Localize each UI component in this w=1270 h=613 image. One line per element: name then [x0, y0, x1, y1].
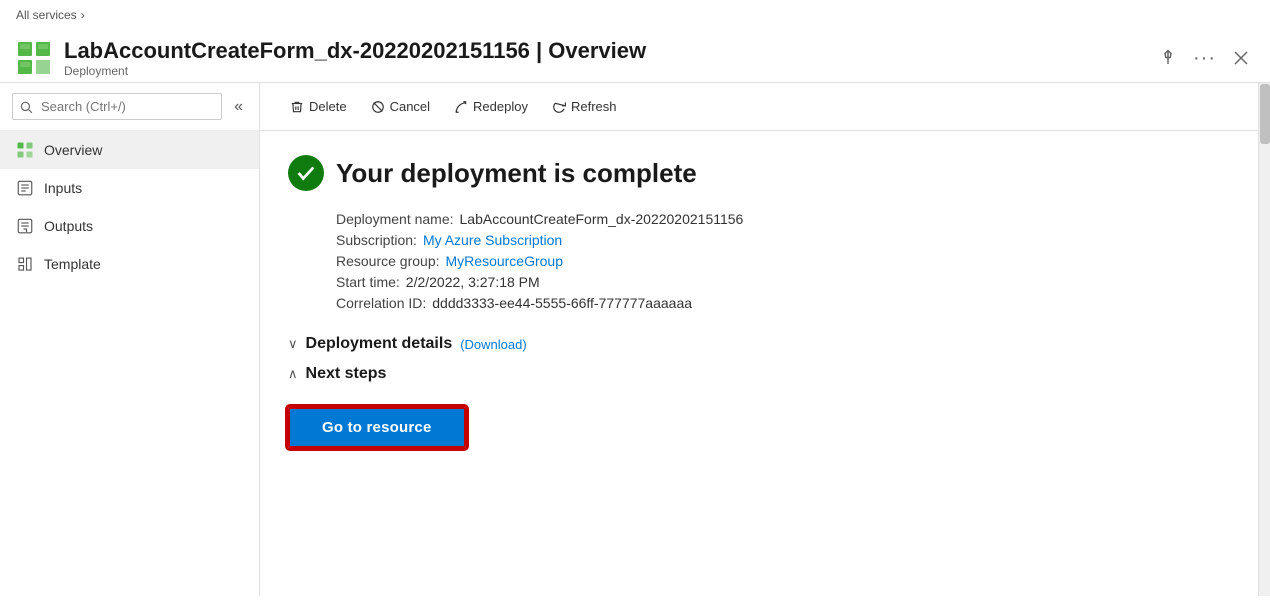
deployment-icon — [16, 40, 52, 76]
redeploy-button[interactable]: Redeploy — [444, 93, 538, 120]
start-time-value: 2/2/2022, 3:27:18 PM — [406, 274, 540, 290]
checkmark-icon — [295, 162, 317, 184]
delete-button[interactable]: Delete — [280, 93, 357, 120]
details-section-title: Deployment details — [306, 335, 453, 353]
redeploy-label: Redeploy — [473, 99, 528, 114]
toolbar: Delete Cancel Redeploy — [260, 83, 1258, 131]
info-row-start-time: Start time: 2/2/2022, 3:27:18 PM — [336, 274, 1230, 290]
sidebar: « Overview Inputs — [0, 83, 260, 596]
delete-icon — [290, 100, 304, 114]
pin-button[interactable] — [1155, 45, 1181, 71]
content-scroll-area: Delete Cancel Redeploy — [260, 83, 1270, 596]
refresh-button[interactable]: Refresh — [542, 93, 627, 120]
inputs-icon — [16, 179, 34, 197]
search-input-wrap — [12, 93, 222, 120]
correlation-value: dddd3333-ee44-5555-66ff-777777aaaaaa — [432, 295, 692, 311]
page-title: LabAccountCreateForm_dx-20220202151156 |… — [64, 38, 1143, 64]
outputs-icon — [16, 217, 34, 235]
subscription-label: Subscription: — [336, 232, 417, 248]
next-steps-header[interactable]: ∧ Next steps — [288, 365, 1230, 383]
sidebar-item-label-overview: Overview — [44, 142, 102, 158]
sidebar-item-label-outputs: Outputs — [44, 218, 93, 234]
all-services-link[interactable]: All services — [16, 8, 77, 22]
sidebar-item-template[interactable]: Template — [0, 245, 259, 283]
info-row-name: Deployment name: LabAccountCreateForm_dx… — [336, 211, 1230, 227]
correlation-label: Correlation ID: — [336, 295, 426, 311]
template-icon — [16, 255, 34, 273]
breadcrumb[interactable]: All services › — [0, 0, 1270, 30]
more-options-button[interactable]: ··· — [1189, 43, 1220, 74]
header-title-block: LabAccountCreateForm_dx-20220202151156 |… — [64, 38, 1143, 78]
download-link[interactable]: (Download) — [460, 337, 526, 352]
cancel-label: Cancel — [390, 99, 430, 114]
content-area: Delete Cancel Redeploy — [260, 83, 1258, 596]
refresh-label: Refresh — [571, 99, 617, 114]
sidebar-item-label-template: Template — [44, 256, 101, 272]
refresh-icon — [552, 100, 566, 114]
main-layout: « Overview Inputs — [0, 83, 1270, 596]
start-time-label: Start time: — [336, 274, 400, 290]
success-icon — [288, 155, 324, 191]
name-value: LabAccountCreateForm_dx-20220202151156 — [460, 211, 744, 227]
overview-icon — [16, 141, 34, 159]
close-icon — [1232, 49, 1250, 67]
sidebar-item-inputs[interactable]: Inputs — [0, 169, 259, 207]
deployment-status-header: Your deployment is complete — [288, 155, 1230, 191]
resource-group-link[interactable]: MyResourceGroup — [446, 253, 564, 269]
delete-label: Delete — [309, 99, 347, 114]
breadcrumb-chevron: › — [81, 8, 85, 22]
sidebar-item-label-inputs: Inputs — [44, 180, 82, 196]
sidebar-item-outputs[interactable]: Outputs — [0, 207, 259, 245]
scrollbar-track[interactable] — [1258, 83, 1270, 596]
cancel-icon — [371, 100, 385, 114]
search-input[interactable] — [12, 93, 222, 120]
sidebar-item-overview[interactable]: Overview — [0, 131, 259, 169]
page-subtitle: Deployment — [64, 64, 1143, 78]
scrollbar-thumb[interactable] — [1260, 84, 1270, 144]
info-row-resource-group: Resource group: MyResourceGroup — [336, 253, 1230, 269]
info-row-correlation: Correlation ID: dddd3333-ee44-5555-66ff-… — [336, 295, 1230, 311]
next-steps-section: ∧ Next steps Go to resource — [288, 365, 1230, 448]
deployment-status-title: Your deployment is complete — [336, 158, 697, 189]
page-header: LabAccountCreateForm_dx-20220202151156 |… — [0, 30, 1270, 83]
ellipsis-icon: ··· — [1193, 47, 1216, 70]
info-row-subscription: Subscription: My Azure Subscription — [336, 232, 1230, 248]
name-label: Deployment name: — [336, 211, 454, 227]
resource-group-label: Resource group: — [336, 253, 440, 269]
pin-icon — [1159, 49, 1177, 67]
search-bar: « — [0, 83, 259, 131]
header-actions: ··· — [1155, 43, 1254, 74]
deployment-info-table: Deployment name: LabAccountCreateForm_dx… — [336, 211, 1230, 311]
cancel-button[interactable]: Cancel — [361, 93, 440, 120]
redeploy-icon — [454, 100, 468, 114]
deployment-details-header[interactable]: ∨ Deployment details (Download) — [288, 335, 1230, 353]
collapse-sidebar-button[interactable]: « — [230, 98, 247, 116]
details-chevron: ∨ — [288, 336, 298, 352]
content-body: Your deployment is complete Deployment n… — [260, 131, 1258, 596]
go-to-resource-button[interactable]: Go to resource — [288, 407, 466, 448]
next-steps-chevron: ∧ — [288, 366, 298, 382]
subscription-link[interactable]: My Azure Subscription — [423, 232, 562, 248]
next-steps-title: Next steps — [306, 365, 387, 383]
close-button[interactable] — [1228, 45, 1254, 71]
